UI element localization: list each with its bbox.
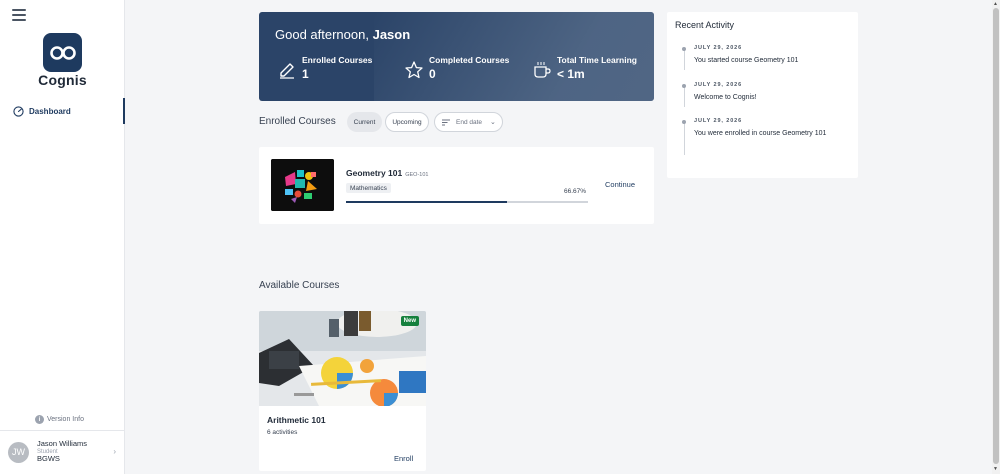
activity-text: You were enrolled in course Geometry 101 [694,130,827,137]
course-progress-text: 66.67% [564,188,587,195]
timeline-dot [682,84,686,88]
scroll-down-icon[interactable]: ▼ [993,466,998,472]
divider [0,430,125,431]
course-activity-count: 6 activities [267,429,298,436]
timeline-dot [682,120,686,124]
avatar: JW [8,441,29,463]
activity-date: JULY 29, 2026 [694,82,743,88]
user-name: Jason Williams [37,438,88,448]
welcome-banner: Good afternoon, Jason Enrolled Courses 1… [259,12,654,101]
sidebar-item-label: Dashboard [29,106,71,116]
stat-label: Total Time Learning [557,55,637,65]
course-progress-fill [346,201,508,203]
greeting-user-name: Jason [372,27,411,42]
stat-total-time: Total Time Learning < 1m [532,55,637,81]
activity-item: JULY 29, 2026 You were enrolled in cours… [682,118,847,140]
version-info-label: Version Info [47,416,84,423]
recent-activity-panel: Recent Activity JULY 29, 2026 You starte… [667,12,858,178]
enrolled-course-card: Geometry 101 GEO-101 Mathematics 66.67% C… [259,147,654,224]
enroll-button[interactable]: Enroll [394,454,413,463]
course-title[interactable]: Geometry 101 GEO-101 [346,168,428,178]
stat-value: 1 [302,67,309,81]
sort-label: End date [456,118,483,126]
activity-date: JULY 29, 2026 [694,45,743,51]
course-category-tag: Mathematics [346,183,391,193]
activity-date: JULY 29, 2026 [694,118,743,124]
chevron-down-icon: ⌄ [490,119,496,126]
page-scrollbar[interactable]: ▲ ▼ [992,0,1000,474]
menu-icon[interactable] [12,9,26,21]
stat-value: 0 [429,67,436,81]
sidebar-item-dashboard[interactable]: Dashboard [0,98,125,124]
filter-current-button[interactable]: Current [347,112,382,132]
timeline-dot [682,47,686,51]
sidebar: Cognis Dashboard i Version Info JW Jason… [0,0,125,474]
sort-end-date-dropdown[interactable]: End date ⌄ [434,112,503,132]
activity-text: Welcome to Cognis! [694,94,757,101]
greeting-prefix: Good afternoon, [275,27,369,42]
activity-text: You started course Geometry 101 [694,57,799,64]
course-title[interactable]: Arithmetic 101 [267,415,326,425]
new-badge: New [400,316,419,326]
course-code: GEO-101 [405,172,429,178]
stat-completed-courses: Completed Courses 0 [404,55,509,81]
user-profile-button[interactable]: JW Jason Williams Student BGWS › [8,438,118,466]
continue-button[interactable]: Continue [605,180,635,189]
pencil-icon [280,63,294,79]
info-icon: i [35,415,44,424]
activity-item: JULY 29, 2026 You started course Geometr… [682,45,847,67]
version-info-link[interactable]: i Version Info [35,415,84,424]
stat-enrolled-courses: Enrolled Courses 1 [277,55,372,81]
app-logo-text: Cognis [38,72,87,88]
stat-value: < 1m [557,67,585,81]
star-icon [405,61,423,79]
enrolled-courses-heading: Enrolled Courses [259,116,336,127]
course-title-text: Geometry 101 [346,168,403,178]
course-thumbnail [271,159,334,211]
user-org: BGWS [37,454,60,464]
course-progress-bar [346,201,588,203]
scroll-up-icon[interactable]: ▲ [993,1,998,7]
dashboard-gauge-icon [13,105,24,117]
available-course-card: New Arithmetic 101 6 activities Enroll [259,311,426,471]
cognis-logo-icon [43,33,82,72]
greeting: Good afternoon, Jason [275,27,410,42]
filter-upcoming-button[interactable]: Upcoming [385,112,429,132]
activity-item: JULY 29, 2026 Welcome to Cognis! [682,82,847,104]
available-courses-heading: Available Courses [259,280,340,291]
scrollbar-thumb[interactable] [993,8,999,464]
stat-label: Enrolled Courses [302,55,373,65]
chevron-right-icon: › [113,447,116,456]
sort-icon [442,119,450,125]
recent-activity-heading: Recent Activity [675,20,735,30]
coffee-cup-icon [534,62,551,78]
stat-label: Completed Courses [429,55,510,65]
course-image: New [259,311,426,406]
